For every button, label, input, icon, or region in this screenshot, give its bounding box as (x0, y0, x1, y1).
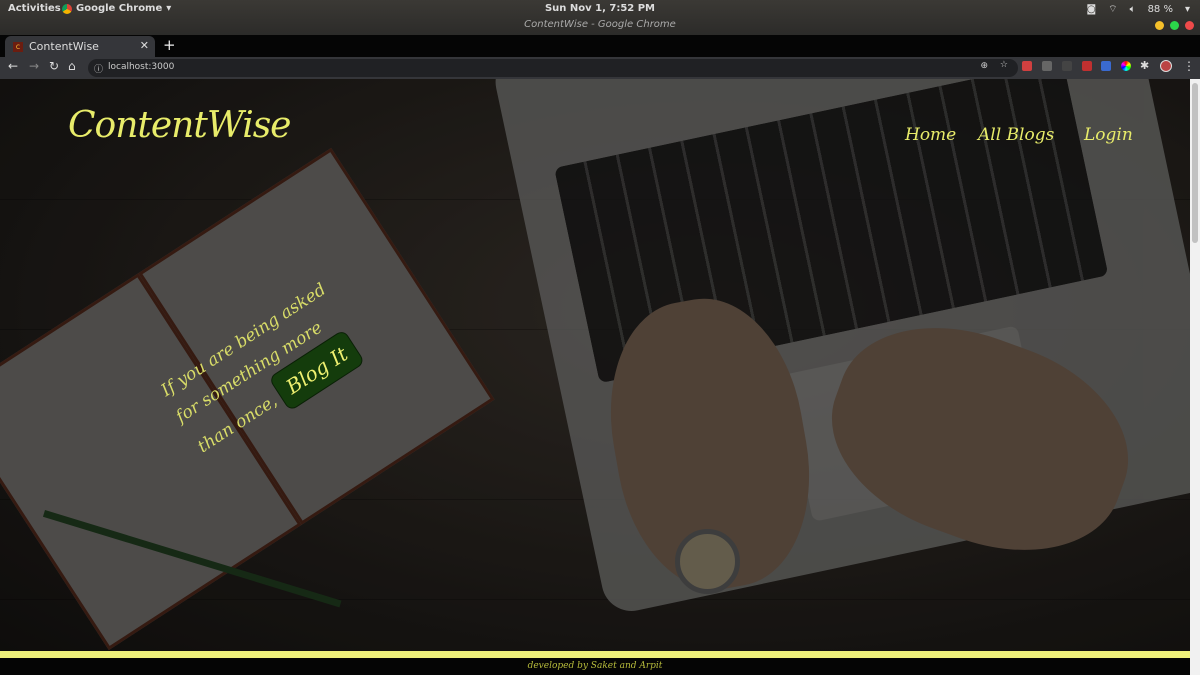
tab-bar: c ContentWise ✕ + (0, 35, 1200, 57)
extension-icon[interactable] (1062, 61, 1072, 71)
info-icon: ⓘ (94, 65, 104, 75)
forward-icon[interactable]: → (29, 59, 39, 73)
extension-icon[interactable] (1022, 61, 1032, 71)
close-tab-icon[interactable]: ✕ (140, 39, 149, 52)
discord-icon[interactable]: ◙ (1086, 4, 1096, 15)
back-icon[interactable]: ← (8, 59, 18, 73)
clock[interactable]: Sun Nov 1, 7:52 PM (0, 3, 1200, 14)
avatar[interactable] (1160, 60, 1172, 72)
bookmark-star-icon[interactable]: ☆ (1000, 60, 1008, 70)
extension-icon[interactable] (1042, 61, 1052, 71)
tab-label: ContentWise (29, 40, 99, 53)
zoom-icon[interactable]: ⊕ (980, 61, 988, 71)
window-title: ContentWise - Google Chrome (524, 19, 676, 30)
footer-divider (0, 651, 1190, 658)
reload-icon[interactable]: ↻ (49, 59, 59, 73)
scrollbar[interactable] (1190, 79, 1200, 675)
puzzle-icon[interactable]: ✱ (1140, 59, 1149, 72)
address-bar-row: ← → ↻ ⌂ ⓘ localhost:3000 ⊕ ☆ ✱ ⋮ (0, 57, 1200, 79)
url-text: localhost:3000 (108, 62, 175, 72)
chevron-down-icon[interactable]: ▾ (1185, 4, 1190, 15)
extension-icon[interactable] (1121, 61, 1131, 71)
scrollbar-thumb[interactable] (1192, 83, 1198, 243)
nav-login[interactable]: Login (1084, 125, 1133, 145)
minimize-button[interactable] (1155, 21, 1164, 30)
volume-icon[interactable]: 🔈︎ (1130, 4, 1136, 15)
menu-icon[interactable]: ⋮ (1183, 59, 1195, 73)
footer-credit: developed by Saket and Arpit (0, 658, 1190, 675)
nav-home[interactable]: Home (905, 125, 956, 145)
extension-icon[interactable] (1082, 61, 1092, 71)
nav-all-blogs[interactable]: All Blogs (978, 125, 1054, 145)
os-top-bar: Activities Google Chrome ▾ Sun Nov 1, 7:5… (0, 0, 1200, 35)
tab-contentwise[interactable]: c ContentWise ✕ (5, 36, 155, 57)
maximize-button[interactable] (1170, 21, 1179, 30)
site-logo[interactable]: ContentWise (68, 105, 291, 146)
wifi-icon[interactable]: ⌔ (1108, 3, 1117, 16)
extension-icon[interactable] (1101, 61, 1111, 71)
close-window-button[interactable] (1185, 21, 1194, 30)
url-input[interactable]: ⓘ localhost:3000 ⊕ ☆ (88, 59, 1018, 77)
favicon-icon: c (13, 41, 23, 52)
new-tab-button[interactable]: + (163, 36, 176, 54)
home-icon[interactable]: ⌂ (68, 59, 76, 73)
battery-indicator[interactable]: 88 % (1148, 4, 1173, 15)
